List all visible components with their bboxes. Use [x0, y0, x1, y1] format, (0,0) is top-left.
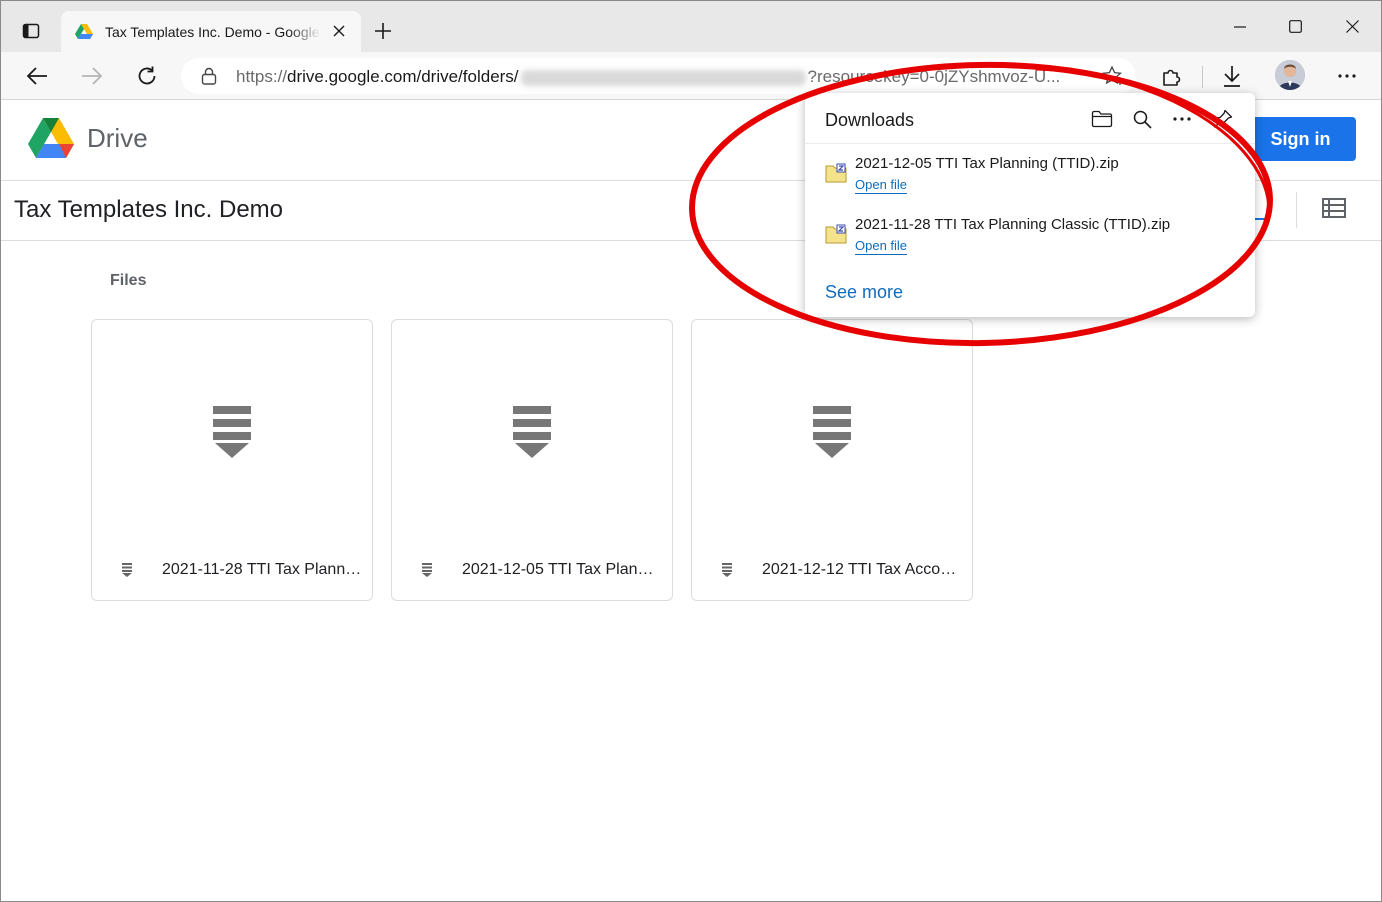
file-card[interactable]: 2021-12-05 TTI Tax Planning (TTID).zip — [391, 319, 673, 601]
open-file-link[interactable]: Open file — [855, 238, 908, 255]
zip-archive-icon — [825, 163, 847, 183]
file-name: 2021-11-28 TTI Tax Planning Classic (TTI… — [162, 561, 362, 578]
browser-window: Tax Templates Inc. Demo - Google Drive — [0, 0, 1382, 902]
open-downloads-folder-button[interactable] — [1087, 105, 1117, 133]
list-view-icon[interactable] — [1322, 198, 1346, 218]
zip-file-icon — [422, 563, 432, 577]
tab-close-button[interactable] — [329, 21, 349, 41]
minimize-icon — [1234, 25, 1246, 28]
tab-actions-icon — [22, 23, 40, 39]
downloads-more-options-button[interactable] — [1167, 105, 1197, 133]
url-host-path: drive.google.com/drive/folders/ — [287, 67, 519, 86]
download-item[interactable]: 2021-11-28 TTI Tax Planning Classic (TTI… — [805, 214, 1255, 270]
add-favorite-icon[interactable] — [1102, 66, 1124, 86]
folder-icon — [1091, 110, 1113, 128]
back-button[interactable] — [19, 58, 55, 94]
download-item[interactable]: 2021-12-05 TTI Tax Planning (TTID).zip O… — [805, 153, 1255, 209]
close-icon — [333, 25, 345, 37]
address-bar[interactable]: https://drive.google.com/drive/folders/?… — [181, 58, 1136, 94]
plus-icon — [375, 23, 391, 39]
file-name: 2021-12-05 TTI Tax Planning (TTID).zip — [462, 561, 662, 578]
refresh-button[interactable] — [129, 58, 165, 94]
minimize-button[interactable] — [1211, 1, 1269, 52]
downloads-panel-title: Downloads — [825, 110, 915, 130]
extensions-icon — [1163, 69, 1181, 86]
zip-file-icon — [813, 406, 851, 458]
downloads-button[interactable] — [1214, 58, 1250, 94]
file-card[interactable]: 2021-12-12 TTI Tax Accounting (TTID).zip — [691, 319, 973, 601]
drive-app-name[interactable]: Drive — [87, 123, 148, 154]
redacted-folder-id — [520, 69, 806, 86]
lock-icon[interactable] — [201, 67, 217, 85]
maximize-button[interactable] — [1266, 1, 1324, 52]
url-scheme: https:// — [236, 67, 288, 86]
files-section-label: Files — [110, 272, 147, 289]
download-filename: 2021-11-28 TTI Tax Planning Classic (TTI… — [855, 216, 1171, 233]
new-tab-button[interactable] — [369, 17, 397, 45]
open-file-link[interactable]: Open file — [855, 177, 908, 194]
more-menu-icon — [1338, 74, 1356, 78]
see-more-link[interactable]: See more — [825, 282, 903, 303]
close-icon — [1345, 20, 1359, 33]
forward-button[interactable] — [74, 58, 110, 94]
folder-title: Tax Templates Inc. Demo — [14, 196, 284, 223]
file-name: 2021-12-12 TTI Tax Accounting (TTID).zip — [762, 561, 962, 578]
browser-tab[interactable]: Tax Templates Inc. Demo - Google Drive — [61, 11, 361, 52]
partially-hidden-link[interactable] — [1253, 202, 1267, 220]
search-icon — [1133, 110, 1152, 129]
downloads-panel: Downloads 2021-12-05 TTI Tax Planning (T… — [805, 93, 1255, 317]
zip-file-icon — [722, 563, 732, 577]
zip-file-icon — [213, 406, 251, 458]
back-arrow-icon — [26, 67, 47, 85]
downloads-panel-divider — [805, 143, 1255, 144]
toolbar-separator — [1202, 66, 1203, 88]
tab-strip: Tax Templates Inc. Demo - Google Drive — [1, 1, 1381, 52]
refresh-icon — [138, 66, 156, 85]
folder-toolbar-separator — [1296, 192, 1297, 228]
zip-file-icon — [122, 563, 132, 577]
sign-in-button[interactable]: Sign in — [1245, 117, 1356, 161]
url-text: https://drive.google.com/drive/folders/?… — [236, 67, 1060, 87]
window-close-button[interactable] — [1323, 1, 1381, 52]
tab-actions-button[interactable] — [13, 16, 49, 46]
google-drive-favicon-icon — [75, 23, 93, 39]
url-query: ?resourcekey=0-0jZYshmvoz-U... — [807, 67, 1061, 86]
maximize-icon — [1288, 20, 1302, 33]
download-icon — [1224, 66, 1240, 87]
zip-file-icon — [513, 406, 551, 458]
profile-avatar[interactable] — [1275, 60, 1305, 90]
file-card[interactable]: 2021-11-28 TTI Tax Planning Classic (TTI… — [91, 319, 373, 601]
pin-downloads-button[interactable] — [1208, 105, 1238, 133]
pin-icon — [1214, 109, 1233, 128]
search-downloads-button[interactable] — [1127, 105, 1157, 133]
forward-arrow-icon — [82, 67, 103, 85]
more-options-icon — [1173, 117, 1191, 121]
extensions-button[interactable] — [1154, 58, 1190, 94]
settings-more-button[interactable] — [1329, 58, 1365, 94]
zip-archive-icon — [825, 224, 847, 244]
tab-title: Tax Templates Inc. Demo - Google Drive — [105, 23, 321, 40]
download-filename: 2021-12-05 TTI Tax Planning (TTID).zip — [855, 155, 1119, 172]
google-drive-logo-icon[interactable] — [28, 118, 74, 160]
avatar-icon — [1275, 60, 1305, 90]
